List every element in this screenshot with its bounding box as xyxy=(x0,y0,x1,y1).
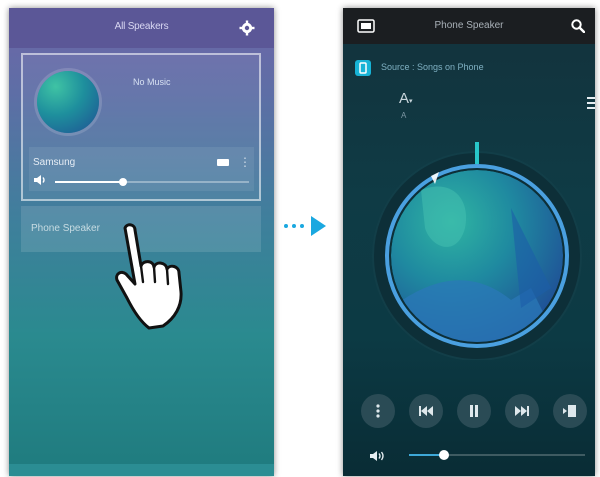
speaker-card[interactable]: No Music Samsung ⋮ xyxy=(21,53,261,201)
add-to-playlist-icon[interactable] xyxy=(553,394,587,428)
next-track-icon[interactable] xyxy=(505,394,539,428)
transition-arrow-icon xyxy=(280,214,330,238)
volume-slider[interactable] xyxy=(409,450,585,460)
page-title: All Speakers xyxy=(114,21,169,32)
more-vertical-icon[interactable]: ⋮ xyxy=(239,155,251,169)
font-size-selector[interactable]: A▾ xyxy=(399,90,413,107)
chevron-down-icon: ▾ xyxy=(409,98,413,105)
speaker-row-samsung[interactable]: Samsung ⋮ xyxy=(29,147,254,191)
font-size-sub-label: A xyxy=(401,111,407,120)
page-title: Phone Speaker xyxy=(434,20,504,31)
album-art-dial[interactable] xyxy=(361,138,583,361)
pointing-hand-icon xyxy=(113,222,203,337)
volume-slider-fill xyxy=(55,181,123,183)
volume-slider-thumb[interactable] xyxy=(118,178,127,186)
volume-icon[interactable] xyxy=(33,173,49,191)
more-vertical-icon[interactable] xyxy=(361,394,395,428)
phone-source-icon xyxy=(355,60,371,76)
previous-track-icon[interactable] xyxy=(409,394,443,428)
header-bar: Phone Speaker xyxy=(343,8,595,44)
source-text: Source : Songs on Phone xyxy=(381,62,484,72)
now-playing-screen: Phone Speaker Source : Songs on Phone A▾… xyxy=(343,8,595,476)
battery-icon xyxy=(217,159,229,166)
font-size-label: A xyxy=(399,90,410,107)
phone-speaker-label: Phone Speaker xyxy=(31,223,100,234)
speaker-name: Samsung xyxy=(33,157,76,168)
pause-icon[interactable] xyxy=(457,394,491,428)
menu-list-icon[interactable] xyxy=(587,96,595,115)
volume-slider-thumb[interactable] xyxy=(439,450,450,460)
gear-icon[interactable] xyxy=(239,20,255,39)
header-bar: All Speakers xyxy=(9,8,274,48)
volume-icon[interactable] xyxy=(369,449,387,467)
bottom-strip xyxy=(9,464,274,476)
speaker-list-screen: All Speakers No Music Samsung ⋮ Phone Sp… xyxy=(9,8,274,476)
album-art xyxy=(37,71,99,133)
now-playing-label: No Music xyxy=(133,77,171,87)
volume-slider[interactable] xyxy=(55,178,249,186)
search-icon[interactable] xyxy=(571,19,586,36)
playback-controls xyxy=(343,394,595,430)
